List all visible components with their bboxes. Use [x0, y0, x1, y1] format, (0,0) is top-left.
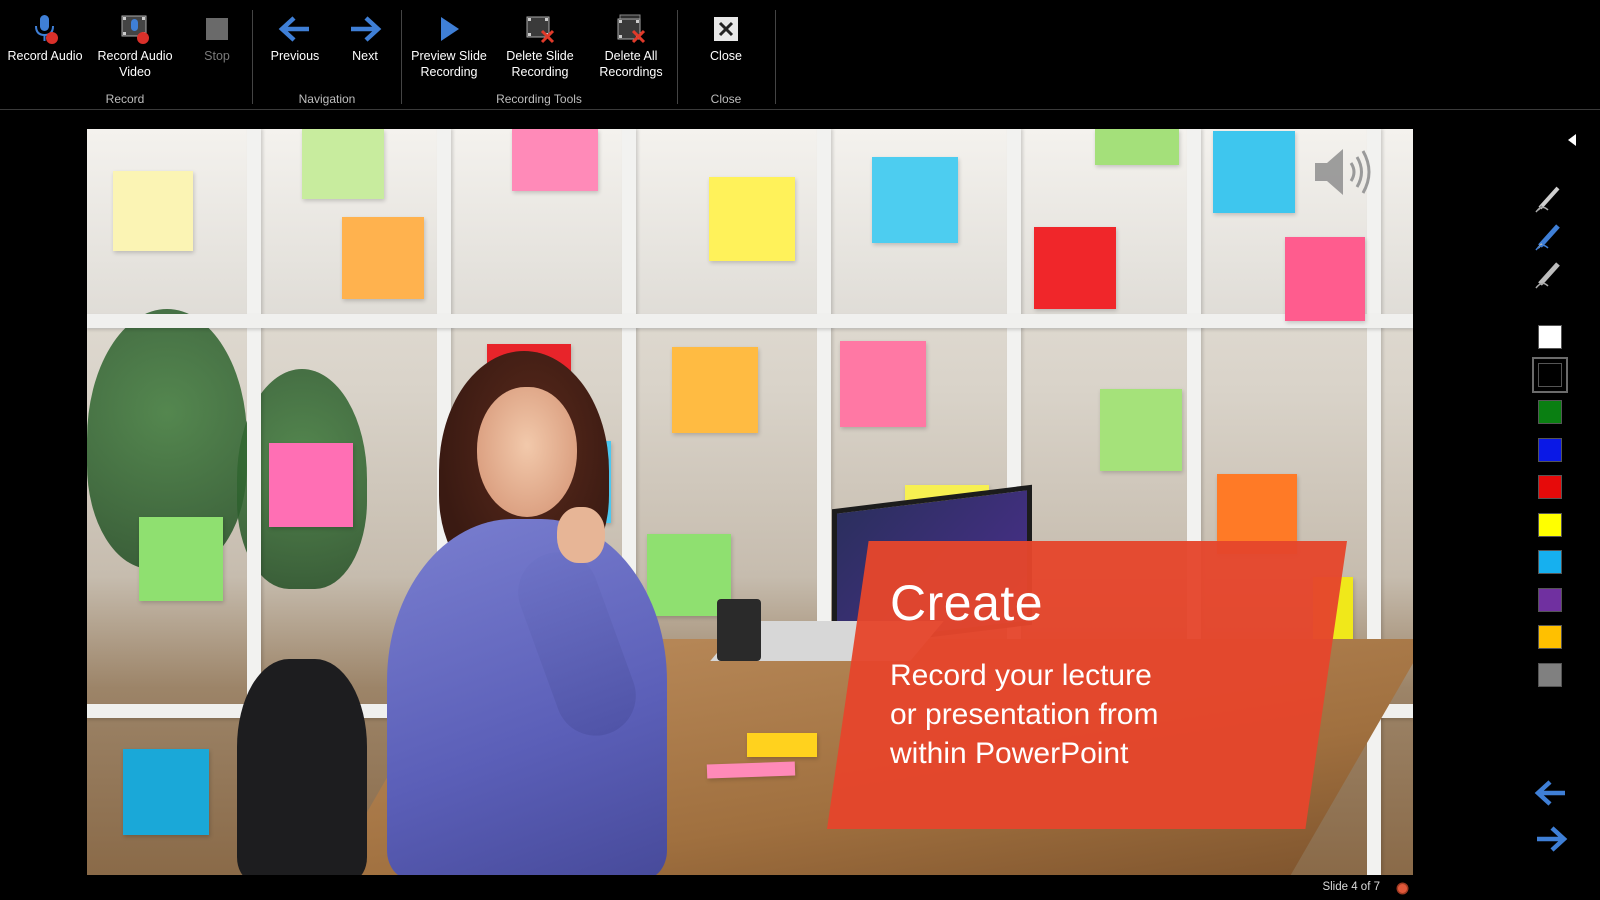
close-icon [695, 10, 757, 48]
delete-all-recordings-button[interactable]: Delete All Recordings [589, 10, 673, 80]
color-swatch[interactable] [1538, 625, 1562, 649]
sticky-note [872, 157, 958, 243]
window-transom [87, 314, 1413, 328]
pen-icon[interactable] [1532, 182, 1566, 216]
group-divider [677, 10, 678, 104]
previous-label: Previous [270, 49, 320, 63]
record-audio-button[interactable]: Record Audio [6, 10, 84, 64]
recording-tools-group-label: Recording Tools [496, 92, 582, 106]
person-hand [557, 507, 605, 563]
color-swatch[interactable] [1532, 356, 1568, 393]
delete-recording-icon [497, 10, 583, 48]
previous-slide-arrow-icon[interactable] [1534, 778, 1568, 813]
stop-button[interactable]: Stop [196, 10, 238, 64]
preview-label-1: Preview Slide [411, 49, 487, 63]
group-divider [252, 10, 253, 104]
slide-body: Record your lecture or presentation from… [890, 656, 1290, 773]
close-group: Close Close [679, 10, 773, 106]
sticky-note [512, 129, 598, 191]
delete-all-label-2: Recordings [599, 65, 663, 79]
sticky-note [1034, 227, 1116, 309]
person-face [477, 387, 577, 517]
recording-tools-group: Preview Slide Recording Delete Slide Rec… [403, 10, 675, 106]
office-chair [237, 659, 367, 875]
color-swatch[interactable] [1538, 662, 1562, 687]
delete-slide-recording-button[interactable]: Delete Slide Recording [497, 10, 583, 80]
eraser-icon[interactable] [1532, 258, 1566, 292]
play-icon [407, 10, 491, 48]
stop-label: Stop [204, 49, 230, 63]
sticky-note [342, 217, 424, 299]
slide-body-line: Record your lecture [890, 659, 1152, 692]
slide-title: Create [890, 575, 1044, 631]
pen-toolbar [1520, 130, 1580, 870]
slide-body-line: within PowerPoint [890, 737, 1129, 770]
sticky-note [302, 129, 384, 199]
previous-button[interactable]: Previous [260, 10, 330, 64]
color-swatch[interactable] [1538, 400, 1562, 424]
next-label: Next [352, 49, 378, 63]
record-group-label: Record [105, 92, 145, 106]
close-group-label: Close [710, 92, 742, 106]
delete-all-label-1: Delete All [604, 49, 658, 63]
window-mullion [1367, 129, 1381, 875]
collapse-toolbar-icon[interactable] [1568, 134, 1576, 146]
navigation-group-label: Navigation [298, 92, 356, 106]
audio-speaker-icon[interactable] [1309, 139, 1375, 205]
preview-slide-recording-button[interactable]: Preview Slide Recording [407, 10, 491, 80]
stop-icon [196, 10, 238, 48]
next-button[interactable]: Next [336, 10, 394, 64]
sticky-note [1285, 237, 1365, 321]
sticky-note [269, 443, 353, 527]
color-swatch[interactable] [1538, 475, 1562, 499]
record-audio-label: Record Audio [7, 49, 83, 63]
sticky-note [123, 749, 209, 835]
color-swatch[interactable] [1538, 550, 1562, 574]
sticky-note [1100, 389, 1182, 471]
close-button[interactable]: Close [695, 10, 757, 64]
next-slide-arrow-icon[interactable] [1534, 824, 1568, 859]
record-audio-video-button[interactable]: Record Audio Video [92, 10, 178, 80]
sticky-note [113, 171, 193, 251]
delete-slide-label-1: Delete Slide [506, 49, 574, 63]
slide-body-line: or presentation from [890, 698, 1159, 731]
record-group: Record Audio Record Audio Video Stop Rec… [0, 10, 250, 106]
microphone-icon [6, 10, 84, 48]
delete-all-recordings-icon [589, 10, 673, 48]
video-camera-icon [92, 10, 178, 48]
sticky-note [1095, 129, 1179, 165]
sticky-note [1213, 131, 1295, 213]
record-audio-video-label-2: Video [119, 65, 151, 79]
navigation-group: Previous Next Navigation [254, 10, 400, 106]
slide-canvas[interactable]: Create Record your lecture or presentati… [87, 129, 1413, 875]
delete-slide-label-2: Recording [511, 65, 569, 79]
desk-sticky-notes [747, 733, 817, 757]
sticky-note [672, 347, 758, 433]
color-swatch[interactable] [1538, 587, 1562, 612]
recording-ribbon: Record Audio Record Audio Video Stop Rec… [0, 0, 1600, 110]
preview-label-2: Recording [420, 65, 478, 79]
sticky-note [840, 341, 926, 427]
color-swatch[interactable] [1538, 437, 1562, 462]
close-label: Close [710, 49, 742, 63]
recording-indicator-icon [1398, 884, 1407, 893]
sticky-note [139, 517, 223, 601]
record-audio-video-label-1: Record Audio [97, 49, 173, 63]
pen-cup [717, 599, 761, 661]
color-swatch[interactable] [1538, 512, 1562, 537]
arrow-left-icon [260, 10, 330, 48]
highlighter-icon[interactable] [1532, 220, 1566, 254]
color-swatch[interactable] [1538, 325, 1562, 349]
group-divider [775, 10, 776, 104]
group-divider [401, 10, 402, 104]
sticky-note [709, 177, 795, 261]
arrow-right-icon [336, 10, 394, 48]
slide-counter: Slide 4 of 7 [1322, 881, 1380, 893]
